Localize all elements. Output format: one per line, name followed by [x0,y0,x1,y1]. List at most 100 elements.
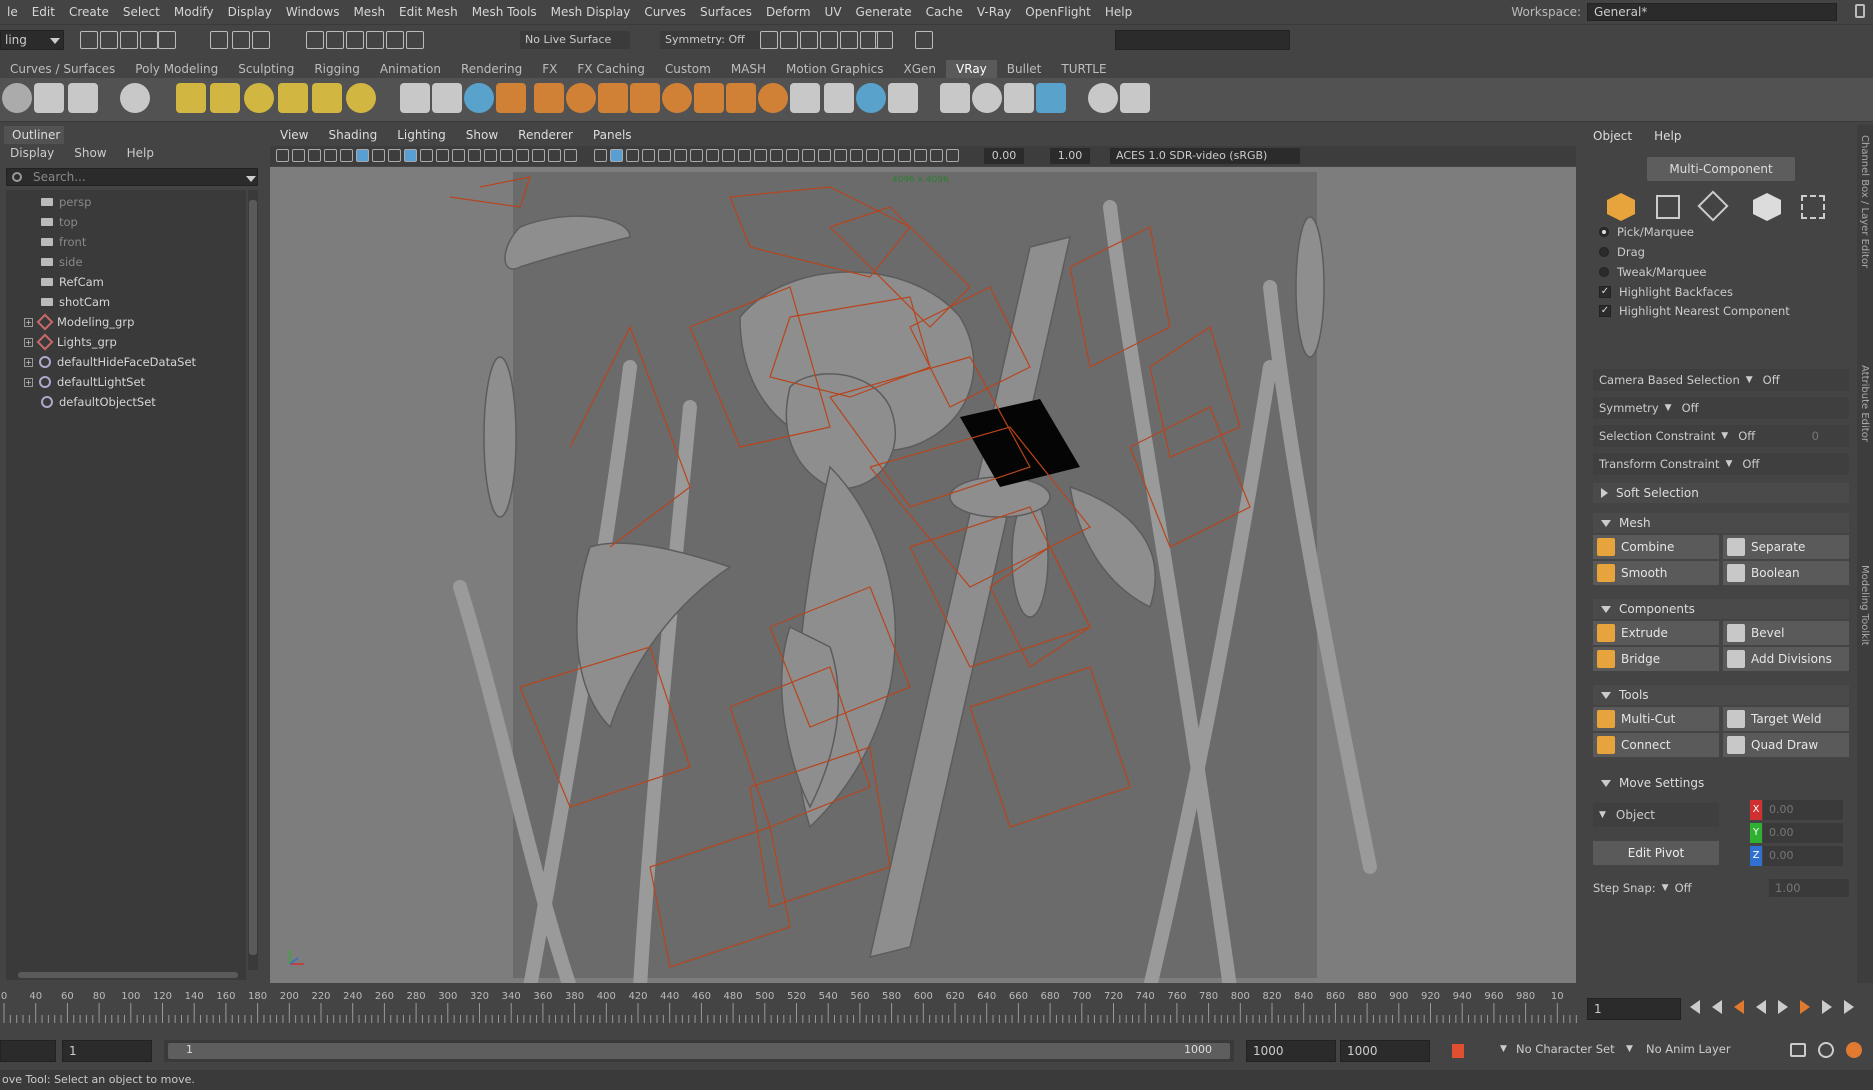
shelf-tab-turtle[interactable]: TURTLE [1051,60,1116,78]
shelf-tool-icon[interactable] [534,83,564,113]
move-settings-section[interactable]: Move Settings [1593,773,1849,793]
shelf-tab-poly-modeling[interactable]: Poly Modeling [125,60,228,78]
workspace-selector[interactable]: Workspace: General* [1511,3,1837,21]
viewport-tool-icon[interactable] [292,149,305,162]
timeline-ruler[interactable]: 0 40 60 80 100 120 140 160 180 200 220 240 260 280 300… [0,985,1585,1025]
shelf-tab-rigging[interactable]: Rigging [304,60,369,78]
status-tool-icon[interactable] [406,31,424,49]
outliner-item-defaultlightset[interactable]: + defaultLightSet [6,372,246,392]
viewport-menu-panels[interactable]: Panels [583,128,642,146]
shelf-tool-icon[interactable] [662,83,692,113]
viewport-tool-icon[interactable] [674,149,687,162]
shelf-tool-icon[interactable] [598,83,628,113]
viewport-tool-icon[interactable] [898,149,911,162]
z-value-field[interactable]: 0.00 [1763,846,1843,866]
y-value-field[interactable]: 0.00 [1763,823,1843,843]
viewport-tool-icon[interactable] [626,149,639,162]
boolean-button[interactable]: Boolean [1723,561,1849,585]
menu-windows[interactable]: Windows [279,5,347,19]
outliner-hscrollbar[interactable] [6,970,246,980]
viewport-menu-view[interactable]: View [270,128,318,146]
shelf-tool-icon[interactable] [790,83,820,113]
separate-button[interactable]: Separate [1723,535,1849,559]
extrude-button[interactable]: Extrude [1593,621,1719,645]
viewport-tool-icon[interactable] [818,149,831,162]
multi-cut-button[interactable]: Multi-Cut [1593,707,1719,731]
viewport-tool-icon[interactable] [770,149,783,162]
expand-icon[interactable]: + [24,357,33,367]
menu-edit-mesh[interactable]: Edit Mesh [392,5,465,19]
status-tool-icon[interactable] [210,31,228,49]
outliner-menu-help[interactable]: Help [117,146,164,164]
viewport-tool-icon[interactable] [642,149,655,162]
viewport-tool-icon[interactable] [532,149,545,162]
tweak-marquee-radio[interactable]: Tweak/Marquee [1599,265,1706,279]
shelf-tool-icon[interactable] [176,83,206,113]
outliner-menu-show[interactable]: Show [64,146,116,164]
shelf-tool-icon[interactable] [1036,83,1066,113]
move-space-dropdown[interactable]: ▼ Object [1593,803,1719,827]
target-weld-button[interactable]: Target Weld [1723,707,1849,731]
viewport-tool-icon[interactable] [548,149,561,162]
dropdown-arrow-icon[interactable] [50,38,60,44]
shelf-tool-icon[interactable] [1088,83,1118,113]
range-slider[interactable]: 1 1000 [164,1040,1234,1062]
anim-end-field[interactable]: 1000 [1340,1040,1430,1062]
shelf-tab-rendering[interactable]: Rendering [451,60,532,78]
viewport-tool-icon[interactable] [946,149,959,162]
bridge-button[interactable]: Bridge [1593,647,1719,671]
menu-mesh-display[interactable]: Mesh Display [544,5,638,19]
shelf-tool-icon[interactable] [34,83,64,113]
menu-le[interactable]: le [0,5,25,19]
anim-layer-dropdown-icon[interactable]: ▼ [1626,1044,1633,1054]
combine-button[interactable]: Combine [1593,535,1719,559]
step-back-key-icon[interactable] [1712,1000,1722,1014]
viewport-tool-icon[interactable] [468,149,481,162]
status-tool-icon[interactable] [326,31,344,49]
shelf-tool-icon[interactable] [1004,83,1034,113]
sound-icon[interactable] [1790,1043,1806,1057]
menu-mesh[interactable]: Mesh [346,5,392,19]
camera-based-selection-row[interactable]: Camera Based Selection ▼ Off [1593,369,1849,391]
viewport-tool-icon[interactable] [516,149,529,162]
shelf-tab-motion-graphics[interactable]: Motion Graphics [776,60,894,78]
side-tab-attribute-editor[interactable]: Attribute Editor [1859,365,1870,442]
outliner-item-top[interactable]: top [6,212,246,232]
playback-settings-icon[interactable] [1818,1042,1834,1058]
pick-marquee-radio[interactable]: Pick/Marquee [1599,225,1694,239]
x-value-field[interactable]: 0.00 [1763,800,1843,820]
shelf-tool-icon[interactable] [824,83,854,113]
viewport-tool-icon[interactable] [850,149,863,162]
viewport-tool-icon[interactable] [356,149,369,162]
status-tool-icon[interactable] [306,31,324,49]
viewport-tool-icon[interactable] [866,149,879,162]
face-mode-icon[interactable] [1753,193,1781,221]
outliner-vscrollbar[interactable] [248,190,258,970]
status-tool-icon[interactable] [158,31,176,49]
shelf-tool-icon[interactable] [566,83,596,113]
edge-mode-icon[interactable] [1697,190,1729,222]
outliner-menu-display[interactable]: Display [0,146,64,164]
shelf-tool-icon[interactable] [630,83,660,113]
shelf-tool-icon[interactable] [400,83,430,113]
shelf-tab-sculpting[interactable]: Sculpting [228,60,304,78]
shelf-tool-icon[interactable] [278,83,308,113]
viewport-tool-icon[interactable] [276,149,289,162]
shelf-tool-icon[interactable] [1120,83,1150,113]
menu-v-ray[interactable]: V-Ray [970,5,1018,19]
anim-start-field[interactable] [0,1040,56,1062]
search-dropdown-icon[interactable] [246,176,256,182]
shelf-tool-icon[interactable] [758,83,788,113]
current-frame-field[interactable]: 1 [1587,998,1681,1020]
shelf-tab-xgen[interactable]: XGen [894,60,947,78]
step-forward-frame-icon[interactable] [1800,1000,1810,1014]
shelf-tool-icon[interactable] [888,83,918,113]
viewport-tool-icon[interactable] [436,149,449,162]
bevel-button[interactable]: Bevel [1723,621,1849,645]
menu-select[interactable]: Select [116,5,167,19]
mesh-section[interactable]: Mesh [1593,513,1849,533]
viewport-tool-icon[interactable] [610,149,623,162]
tools-section[interactable]: Tools [1593,685,1849,705]
menu-generate[interactable]: Generate [849,5,919,19]
status-tool-icon[interactable] [232,31,250,49]
